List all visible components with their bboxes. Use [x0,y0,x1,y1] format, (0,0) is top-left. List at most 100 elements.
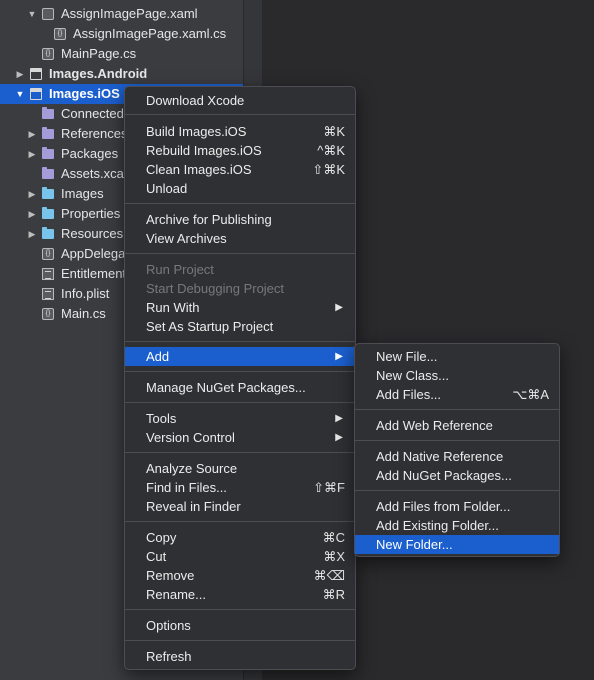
menu-item-set-startup[interactable]: Set As Startup Project [125,317,355,336]
menu-item-new-file[interactable]: New File... [355,347,559,366]
disclosure-expanded-icon[interactable]: ▼ [15,84,25,104]
menu-separator [125,341,355,342]
menu-item-add-files-from-folder[interactable]: Add Files from Folder... [355,497,559,516]
tree-item-label: Images.Android [49,66,148,81]
menu-item-label: Clean Images.iOS [146,162,252,177]
menu-item-start-debugging: Start Debugging Project [146,281,285,296]
menu-item-refresh[interactable]: Refresh [125,647,355,666]
menu-item-reveal-in-finder[interactable]: Reveal in Finder [125,497,355,516]
menu-item-options[interactable]: Options [125,616,355,635]
menu-shortcut: ⇧⌘K [312,162,345,177]
tree-item-label: Main.cs [61,306,106,321]
menu-item-run-with[interactable]: Run With ▶ [125,298,355,317]
menu-shortcut: ⌘⌫ [313,568,345,583]
project-icon [30,68,42,80]
disclosure-collapsed-icon[interactable]: ▶ [27,184,37,204]
menu-separator [125,203,355,204]
tree-item-assignimagepage-xaml-cs[interactable]: {} AssignImagePage.xaml.cs [0,24,243,44]
menu-item-build[interactable]: Build Images.iOS ⌘K [125,122,355,141]
disclosure-collapsed-icon[interactable]: ▶ [27,204,37,224]
disclosure-collapsed-icon[interactable]: ▶ [27,144,37,164]
code-file-icon: {} [42,48,54,60]
menu-shortcut: ⌘R [322,587,345,602]
plist-file-icon [42,288,54,300]
tree-item-label: References [61,126,128,141]
menu-item-rename[interactable]: Rename... ⌘R [125,585,355,604]
disclosure-collapsed-icon[interactable]: ▶ [27,224,37,244]
menu-item-analyze-source[interactable]: Analyze Source [125,459,355,478]
menu-separator [355,490,559,491]
menu-item-label: Add [146,349,170,364]
menu-item-download-xcode[interactable]: Download Xcode [125,91,355,110]
menu-separator [125,371,355,372]
menu-item-cut[interactable]: Cut ⌘X [125,547,355,566]
menu-shortcut: ⌘K [323,124,345,139]
connected-services-icon [42,107,54,119]
menu-shortcut: ⌘C [322,530,345,545]
tree-item-label: Images [61,186,104,201]
tree-item-assignimagepage-xaml[interactable]: ▼ AssignImagePage.xaml [0,4,243,24]
menu-item-add-web-reference[interactable]: Add Web Reference [355,416,559,435]
tree-item-label: Assets.xca [61,166,124,181]
menu-shortcut: ⌥⌘A [512,387,549,402]
menu-item-add[interactable]: Add ▶ [125,347,355,366]
tree-item-mainpage-cs[interactable]: {} MainPage.cs [0,44,243,64]
menu-item-add-existing-folder[interactable]: Add Existing Folder... [355,516,559,535]
tree-item-label: AssignImagePage.xaml.cs [73,26,227,41]
menu-item-add-native-reference[interactable]: Add Native Reference [355,447,559,466]
menu-item-label: Copy [146,530,177,545]
menu-item-manage-nuget[interactable]: Manage NuGet Packages... [125,378,355,397]
submenu-arrow-icon: ▶ [335,413,343,424]
menu-shortcut: ⌘X [323,549,345,564]
menu-separator [125,609,355,610]
xaml-file-icon [42,8,54,20]
menu-item-find-in-files[interactable]: Find in Files... ⇧⌘F [125,478,355,497]
menu-shortcut: ^⌘K [317,143,345,158]
menu-item-label: Tools [146,411,177,426]
disclosure-collapsed-icon[interactable]: ▶ [15,64,25,84]
code-file-icon: {} [42,308,54,320]
menu-item-label: Add Files... [376,387,442,402]
disclosure-expanded-icon[interactable]: ▼ [27,4,37,24]
tree-item-label: Connected [61,106,124,121]
menu-item-new-folder[interactable]: New Folder... [355,535,559,554]
menu-item-copy[interactable]: Copy ⌘C [125,528,355,547]
menu-item-remove[interactable]: Remove ⌘⌫ [125,566,355,585]
tree-item-label: MainPage.cs [61,46,137,61]
plist-file-icon [42,268,54,280]
code-file-icon: {} [42,248,54,260]
tree-item-label: Properties [61,206,121,221]
menu-item-label: Rebuild Images.iOS [146,143,262,158]
menu-separator [125,402,355,403]
menu-item-label: Rename... [146,587,206,602]
menu-item-version-control[interactable]: Version Control ▶ [125,428,355,447]
add-submenu: New File... New Class... Add Files... ⌥⌘… [354,343,560,557]
disclosure-collapsed-icon[interactable]: ▶ [27,124,37,144]
menu-item-rebuild[interactable]: Rebuild Images.iOS ^⌘K [125,141,355,160]
menu-separator [125,640,355,641]
menu-item-clean[interactable]: Clean Images.iOS ⇧⌘K [125,160,355,179]
menu-item-add-files[interactable]: Add Files... ⌥⌘A [355,385,559,404]
submenu-arrow-icon: ▶ [335,351,343,362]
menu-separator [125,452,355,453]
menu-item-add-nuget-packages[interactable]: Add NuGet Packages... [355,466,559,485]
menu-item-view-archives[interactable]: View Archives [125,229,355,248]
project-context-menu: Download Xcode Build Images.iOS ⌘K Rebui… [124,86,356,670]
tree-item-label: AssignImagePage.xaml [61,6,198,21]
menu-item-label: Run With [146,300,200,315]
menu-item-label: Remove [146,568,195,583]
folder-icon [42,187,54,199]
tree-item-label: AppDelega [61,246,126,261]
menu-item-label: Find in Files... [146,480,227,495]
code-file-icon: {} [54,28,66,40]
menu-separator [355,440,559,441]
tree-item-images-android[interactable]: ▶ Images.Android [0,64,243,84]
menu-item-new-class[interactable]: New Class... [355,366,559,385]
menu-item-tools[interactable]: Tools ▶ [125,409,355,428]
menu-separator [125,253,355,254]
menu-item-label: Cut [146,549,167,564]
folder-icon [42,227,54,239]
menu-item-archive[interactable]: Archive for Publishing [125,210,355,229]
menu-item-unload[interactable]: Unload [125,179,355,198]
menu-separator [125,114,355,115]
